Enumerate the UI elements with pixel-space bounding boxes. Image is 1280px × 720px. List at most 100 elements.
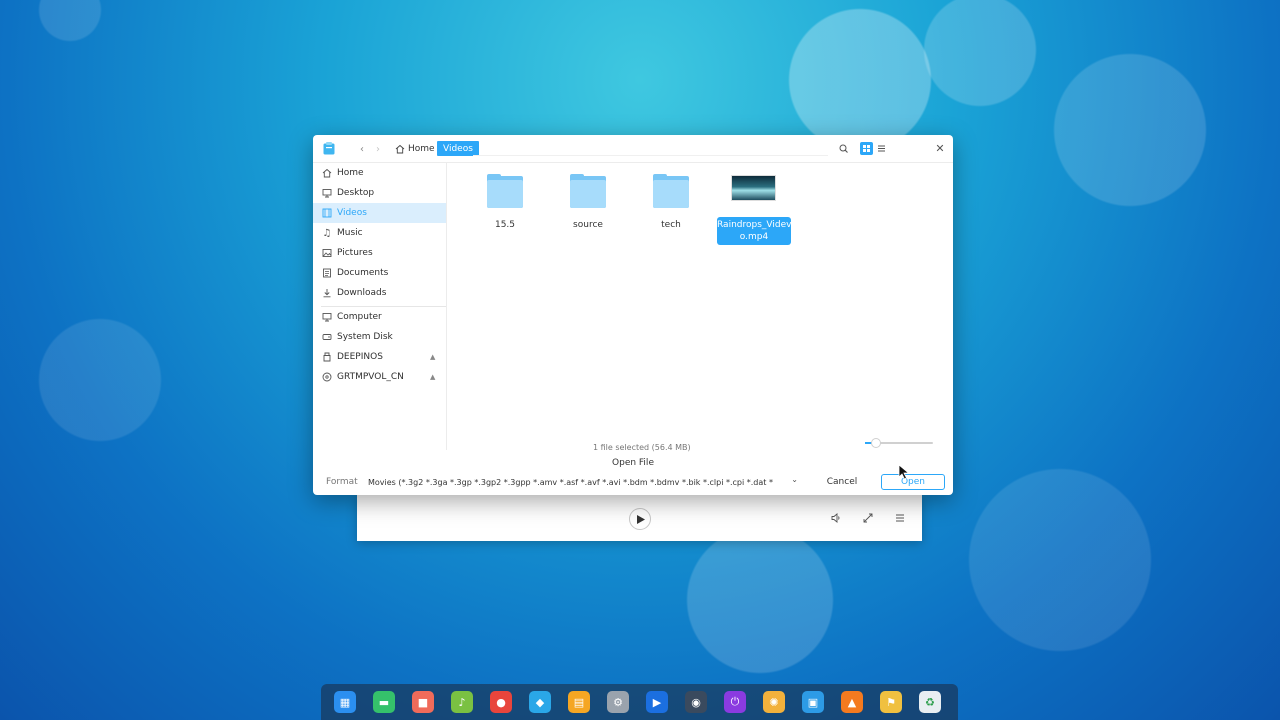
sidebar-item-documents[interactable]: Documents: [313, 263, 446, 283]
chevron-right-icon: ›: [376, 143, 380, 155]
address-bar[interactable]: [473, 155, 828, 156]
sidebar-item-label: Desktop: [337, 188, 375, 198]
file-item-video-raindrops[interactable]: Raindrops_Videv o.mp4: [717, 171, 791, 245]
sidebar-item-pictures[interactable]: Pictures: [313, 243, 446, 263]
search-button[interactable]: [837, 142, 851, 156]
dock-item-uploader[interactable]: ▲: [841, 691, 863, 713]
sidebar-item-label: Home: [337, 168, 364, 178]
trash-icon: ♻: [925, 695, 935, 709]
music-icon: ♪: [458, 695, 466, 709]
dock-item-terminal[interactable]: ▬: [373, 691, 395, 713]
format-select[interactable]: Movies (*.3g2 *.3ga *.3gp *.3gp2 *.3gpp …: [368, 475, 798, 489]
playlist-button[interactable]: [890, 508, 910, 528]
dock-item-file-manager[interactable]: ▤: [568, 691, 590, 713]
breadcrumb-current-label: Videos: [443, 143, 473, 154]
sidebar-item-system-disk[interactable]: System Disk: [313, 327, 446, 347]
dock-item-app-store[interactable]: ◆: [529, 691, 551, 713]
browser-icon: ●: [496, 695, 506, 709]
sidebar-item-label: Pictures: [337, 248, 373, 258]
sidebar-item-music[interactable]: ♫ Music: [313, 223, 446, 243]
sidebar-item-home[interactable]: Home: [313, 163, 446, 183]
selection-status: 1 file selected (56.4 MB): [593, 443, 691, 452]
icon-size-slider[interactable]: [865, 438, 933, 448]
file-view[interactable]: 15.5 source tech Raindrops_Videv o.mp4: [447, 163, 953, 450]
computer-icon: [322, 312, 332, 322]
sidebar-item-videos[interactable]: Videos: [313, 203, 446, 223]
file-manager-icon: ▤: [573, 695, 585, 709]
format-select-value: Movies (*.3g2 *.3ga *.3gp *.3gp2 *.3gpp …: [368, 477, 773, 487]
fullscreen-button[interactable]: [858, 508, 878, 528]
optical-disc-icon: [322, 372, 332, 382]
dialog-titlebar: ‹ › Home Videos ✕: [313, 135, 953, 163]
video-thumbnail: [731, 175, 776, 201]
folder-icon: [570, 174, 610, 212]
eject-icon[interactable]: ▲: [430, 353, 435, 361]
video-icon: ▶: [652, 695, 662, 709]
dock-item-power[interactable]: ⏻: [724, 691, 746, 713]
dock: ▦ ▬ ■ ♪ ● ◆ ▤ ⚙ ▶ ◉ ⏻ ✺ ▣ ▲ ⚑ ♻: [321, 684, 958, 720]
file-item-folder-tech[interactable]: tech: [634, 171, 708, 241]
file-name: tech: [661, 220, 681, 230]
chevron-down-icon: ⌄: [791, 475, 798, 484]
breadcrumb-home[interactable]: Home: [395, 141, 435, 156]
terminal-icon: ▬: [378, 695, 390, 709]
chevron-left-icon: ‹: [360, 143, 364, 155]
sidebar-item-label: DEEPINOS: [337, 352, 383, 362]
sidebar-item-label: GRTMPVOL_CN: [337, 372, 404, 382]
app-store-icon: ◆: [535, 695, 545, 709]
open-button[interactable]: Open: [881, 474, 945, 490]
file-item-folder-15-5[interactable]: 15.5: [468, 171, 542, 241]
sidebar-item-label: Downloads: [337, 288, 387, 298]
document-icon: [322, 268, 332, 278]
desktop-icon: [322, 188, 332, 198]
video-player-window: [357, 495, 922, 541]
dock-item-screenshot[interactable]: ■: [412, 691, 434, 713]
drive-icon: [322, 352, 332, 362]
sidebar-item-downloads[interactable]: Downloads: [313, 283, 446, 303]
eject-icon[interactable]: ▲: [430, 373, 435, 381]
slider-handle[interactable]: [871, 438, 881, 448]
download-icon: [322, 288, 332, 298]
sidebar-item-computer[interactable]: Computer: [313, 307, 446, 327]
dock-item-trash[interactable]: ♻: [919, 691, 941, 713]
file-manager-app-icon: [323, 142, 335, 155]
disk-icon: [322, 332, 332, 342]
sidebar-item-desktop[interactable]: Desktop: [313, 183, 446, 203]
play-icon: [637, 514, 645, 524]
icon-view-button[interactable]: [860, 142, 873, 155]
search-icon: [839, 144, 848, 153]
list-view-button[interactable]: [875, 142, 888, 155]
close-button[interactable]: ✕: [933, 141, 947, 155]
forward-button[interactable]: ›: [371, 142, 385, 156]
dock-item-tools[interactable]: ⚑: [880, 691, 902, 713]
dock-item-assistant[interactable]: ✺: [763, 691, 785, 713]
dock-item-camera[interactable]: ◉: [685, 691, 707, 713]
power-icon: ⏻: [730, 695, 740, 708]
breadcrumb-current[interactable]: Videos: [437, 141, 479, 156]
dock-item-settings[interactable]: ⚙: [607, 691, 629, 713]
cancel-button[interactable]: Cancel: [816, 474, 868, 490]
sidebar-item-label: System Disk: [337, 332, 393, 342]
file-name-line2: o.mp4: [739, 232, 769, 242]
dock-item-browser[interactable]: ●: [490, 691, 512, 713]
volume-button[interactable]: [826, 508, 846, 528]
volume-icon: [831, 513, 840, 523]
sidebar-item-grtmpvol-cn[interactable]: GRTMPVOL_CN ▲: [313, 367, 446, 387]
close-icon: ✕: [935, 141, 945, 155]
file-item-folder-source[interactable]: source: [551, 171, 625, 241]
sidebar-item-deepinos[interactable]: DEEPINOS ▲: [313, 347, 446, 367]
open-file-dialog: ‹ › Home Videos ✕ Home Desktop Videos ♫ …: [313, 135, 953, 495]
dock-item-launcher[interactable]: ▦: [334, 691, 356, 713]
dock-item-music[interactable]: ♪: [451, 691, 473, 713]
play-button[interactable]: [629, 508, 651, 530]
home-icon: [322, 168, 332, 178]
dock-item-video[interactable]: ▶: [646, 691, 668, 713]
folder-icon: [487, 174, 527, 212]
dock-item-monitor[interactable]: ▣: [802, 691, 824, 713]
settings-icon: ⚙: [613, 695, 623, 709]
sidebar: Home Desktop Videos ♫ Music Pictures Doc…: [313, 163, 447, 450]
grid-view-icon: [863, 145, 870, 152]
video-icon: [322, 208, 332, 218]
sidebar-item-label: Music: [337, 228, 363, 238]
back-button[interactable]: ‹: [355, 142, 369, 156]
